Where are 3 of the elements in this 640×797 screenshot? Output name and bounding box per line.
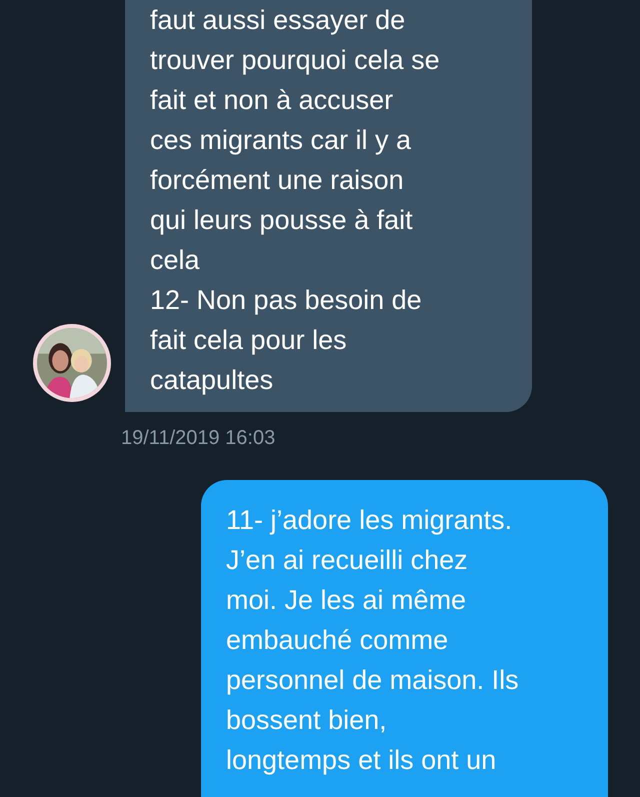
message-bubble: 11- j’adore les migrants. J’en ai recueilli chez moi. Je les ai même embauché comme personnel de maison. Ils bossent bien, longtemps et ils ont un — [201, 480, 608, 797]
timestamp: 19/11/2019 16:03 — [120, 426, 276, 450]
message-bubble: faut aussi essayer de trouver pourquoi cela se fait et non à accuser ces migrants car il y a forcément une raison qui leurs pousse à fait cela 12- Non pas besoin de fait cela pour les catapultes — [125, 0, 532, 412]
